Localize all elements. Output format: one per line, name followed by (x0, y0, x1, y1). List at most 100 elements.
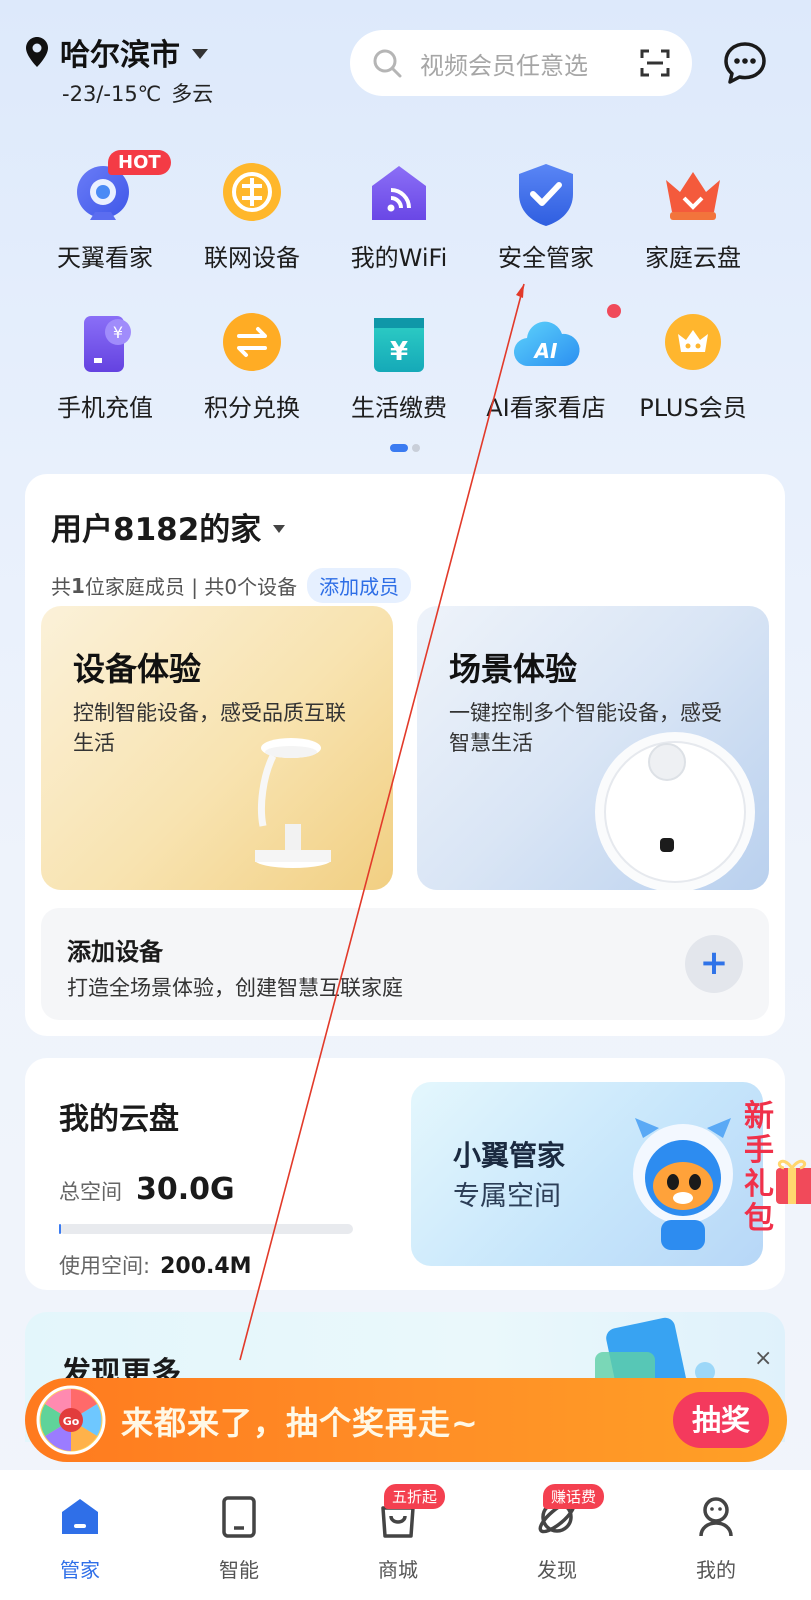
home-card: 用户8182的家 共 1 位家庭成员 | 共0个设备 添加成员 设备体验 控制智能设… (25, 474, 785, 1036)
used-label: 使用空间: (59, 1254, 151, 1278)
gift-box-icon[interactable] (774, 1148, 811, 1208)
robot-vacuum-icon (595, 732, 755, 890)
weather-condition: 多云 (171, 82, 214, 106)
crown-cloud-icon (658, 160, 728, 230)
home-selector[interactable]: 用户8182的家 (51, 504, 286, 549)
nav-label: 我的 (696, 1558, 736, 1582)
cloud-title: 我的云盘 (59, 1102, 179, 1137)
temperature: -23/-15℃ (62, 82, 162, 106)
home-icon (62, 1499, 98, 1534)
shortcut-label: 手机充值 (57, 394, 153, 422)
shortcut-network-devices[interactable]: 联网设备 (177, 160, 327, 273)
shortcut-phone-recharge[interactable]: ¥ 手机充值 (30, 310, 180, 423)
search-icon (373, 49, 402, 78)
header: 哈尔滨市 -23/-15℃ 多云 视频会员任意选 (0, 0, 811, 130)
plus-member-icon (658, 310, 728, 380)
search-bar[interactable]: 视频会员任意选 (350, 30, 692, 96)
search-placeholder[interactable]: 视频会员任意选 (420, 46, 640, 81)
home-name[interactable]: 用户8182的家 (51, 504, 261, 549)
nav-label: 智能 (219, 1558, 259, 1582)
nav-item-mall[interactable]: 五折起 商城 (348, 1484, 448, 1583)
newbie-gift-text[interactable]: 新手礼包 (744, 1100, 774, 1236)
add-device-card[interactable]: 添加设备 打造全场景体验，创建智慧互联家庭 + (41, 908, 769, 1020)
home-summary: 共 1 位家庭成员 | 共0个设备 添加成员 (51, 568, 412, 603)
shortcut-tianyi-kanjia[interactable]: HOT 天翼看家 (30, 150, 180, 273)
add-member-button[interactable]: 添加成员 (307, 568, 412, 603)
close-icon[interactable]: × (754, 1346, 772, 1371)
svg-text:¥: ¥ (390, 337, 408, 367)
shortcut-label: 我的WiFi (350, 244, 448, 272)
location-selector[interactable]: 哈尔滨市 -23/-15℃ 多云 (24, 30, 223, 108)
shortcut-label: 生活缴费 (351, 394, 447, 422)
shortcut-bill-payment[interactable]: ¥ 生活缴费 (324, 310, 474, 423)
page-dot-active (390, 444, 408, 452)
shortcut-plus-member[interactable]: PLUS会员 (618, 310, 768, 423)
hot-badge: HOT (108, 150, 171, 175)
grid-page-indicator (390, 444, 420, 452)
camera-icon: HOT (70, 150, 171, 230)
city-name[interactable]: 哈尔滨市 (60, 30, 180, 74)
mascot-icon (633, 1118, 733, 1250)
svg-text:Go: Go (63, 1415, 80, 1428)
shortcut-my-wifi[interactable]: 我的WiFi (324, 160, 474, 273)
nav-item-mine[interactable]: 我的 (666, 1494, 766, 1583)
shortcut-family-cloud[interactable]: 家庭云盘 (618, 160, 768, 273)
ai-cloud-icon: AI (511, 304, 621, 380)
bottom-nav: 管家 智能 五折起 商城 赚话费 发现 我的 (0, 1470, 811, 1600)
discount-badge: 五折起 (384, 1484, 446, 1509)
svg-text:¥: ¥ (113, 323, 123, 342)
shortcut-label: 安全管家 (498, 244, 594, 272)
weather-info: -23/-15℃ 多云 (62, 78, 223, 108)
nav-label: 管家 (60, 1558, 100, 1582)
page-dot (412, 444, 420, 452)
lottery-banner[interactable]: Go 来都来了，抽个奖再走~ 抽奖 (25, 1378, 787, 1462)
shortcut-label: 积分兑换 (204, 394, 300, 422)
wifi-home-icon (364, 160, 434, 230)
phone-recharge-icon: ¥ (70, 310, 140, 380)
shortcut-label: PLUS会员 (639, 394, 747, 422)
members-suffix: 位家庭成员 | 共0个设备 (84, 575, 298, 599)
scene-experience-card[interactable]: 场景体验 一键控制多个智能设备，感受智慧生活 (417, 606, 769, 890)
lottery-button[interactable]: 抽奖 (673, 1392, 769, 1448)
chevron-down-icon[interactable] (273, 524, 286, 533)
lottery-text: 来都来了，抽个奖再走~ (121, 1404, 479, 1442)
members-count: 1 (71, 573, 85, 598)
message-icon[interactable] (722, 40, 768, 86)
chevron-down-icon[interactable] (192, 49, 208, 59)
used-value: 200.4M (160, 1254, 252, 1279)
shortcut-label: 家庭云盘 (645, 244, 741, 272)
xiaoyi-butler-banner[interactable]: 小翼管家 专属空间 (411, 1082, 763, 1266)
storage-progress-fill (59, 1224, 62, 1234)
add-device-button[interactable]: + (685, 935, 743, 993)
shortcut-points-exchange[interactable]: 积分兑换 (177, 310, 327, 423)
network-device-icon (217, 160, 287, 230)
nav-label: 商城 (378, 1558, 418, 1582)
shortcut-label: 天翼看家 (57, 244, 153, 272)
location-pin-icon (26, 37, 48, 67)
members-prefix: 共 (51, 575, 71, 599)
shortcut-label: 联网设备 (204, 244, 300, 272)
cloud-total: 总空间 30.0G (59, 1172, 235, 1207)
nav-item-home[interactable]: 管家 (30, 1494, 130, 1583)
svg-text:AI: AI (533, 339, 558, 363)
scan-icon[interactable] (640, 48, 670, 78)
points-exchange-icon (217, 310, 287, 380)
total-value: 30.0G (136, 1172, 235, 1207)
card-description: 打造全场景体验，创建智慧互联家庭 (67, 976, 403, 1000)
device-experience-card[interactable]: 设备体验 控制智能设备，感受品质互联生活 (41, 606, 393, 890)
card-title: 添加设备 (67, 938, 163, 966)
nav-item-smart[interactable]: 智能 (189, 1494, 289, 1583)
bill-payment-icon: ¥ (364, 310, 434, 380)
nav-label: 发现 (537, 1558, 577, 1582)
prize-wheel-icon: Go (36, 1385, 106, 1455)
nav-item-discover[interactable]: 赚话费 发现 (507, 1484, 607, 1583)
shortcut-label: AI看家看店 (486, 394, 606, 422)
shortcut-security[interactable]: 安全管家 (471, 160, 621, 273)
storage-progress-bar (59, 1224, 353, 1234)
tablet-icon (222, 1496, 256, 1538)
shortcut-ai-watch[interactable]: AI AI看家看店 (471, 304, 621, 423)
cloud-card[interactable]: 我的云盘 总空间 30.0G 使用空间: 200.4M 小翼管家 专属空间 (25, 1058, 785, 1290)
cloud-used: 使用空间: 200.4M (59, 1250, 252, 1280)
earn-credit-badge: 赚话费 (543, 1484, 605, 1509)
desk-lamp-icon (255, 738, 331, 868)
